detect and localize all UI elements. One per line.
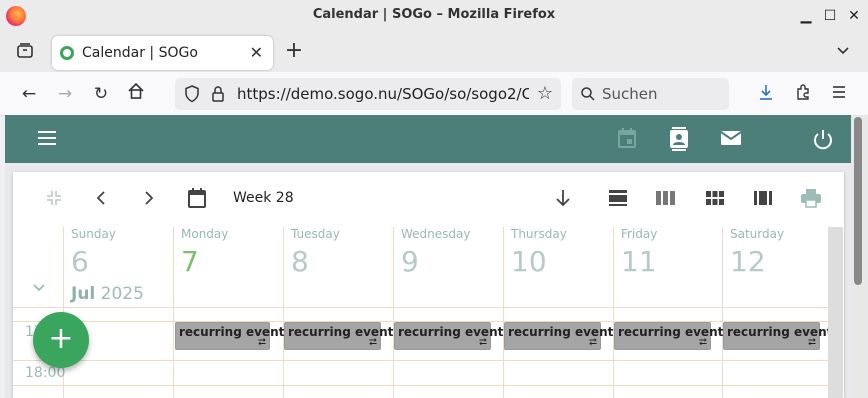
search-icon xyxy=(580,86,596,102)
tab-close-icon[interactable]: ✕ xyxy=(250,43,263,62)
recurrence-icon: ⮂ xyxy=(808,337,816,348)
sogo-favicon-icon xyxy=(60,46,74,60)
recurrence-icon: ⮂ xyxy=(258,337,266,348)
home-icon[interactable] xyxy=(124,82,148,106)
lock-icon[interactable] xyxy=(210,85,226,103)
back-icon[interactable]: ← xyxy=(17,82,41,106)
day-header-tuesday[interactable]: Tuesday 8 xyxy=(283,227,393,307)
maximize-icon[interactable]: ☐ xyxy=(820,6,840,26)
day-header-sunday[interactable]: Sunday 6 Jul 2025 xyxy=(63,227,173,307)
reload-icon[interactable]: ↻ xyxy=(89,82,113,106)
menu-icon[interactable] xyxy=(829,83,849,103)
day-number: 10 xyxy=(511,245,547,278)
calendar-scrollbar[interactable] xyxy=(828,227,843,398)
url-bar[interactable]: https://demo.sogo.nu/SOGo/so/sogo2/Calen… xyxy=(175,78,561,110)
day-number: 9 xyxy=(401,245,419,278)
day-number: 8 xyxy=(291,245,309,278)
page-scrollbar[interactable] xyxy=(851,115,868,398)
grid-line xyxy=(13,307,828,308)
search-placeholder: Suchen xyxy=(602,85,658,103)
window-titlebar: Calendar | SOGo – Mozilla Firefox ▁ ☐ ✕ xyxy=(0,0,868,32)
event-title: recurring event xyxy=(179,325,285,339)
calendar-event[interactable]: recurring event ⮂ xyxy=(614,322,723,350)
recurrence-icon: ⮂ xyxy=(369,337,377,348)
sogo-app-toolbar xyxy=(5,115,851,163)
calendar-event[interactable]: recurring event ⮂ xyxy=(394,322,503,350)
calendar-app-icon[interactable] xyxy=(616,127,638,151)
list-all-tabs-icon[interactable] xyxy=(834,42,852,60)
url-text[interactable]: https://demo.sogo.nu/SOGo/so/sogo2/Calen… xyxy=(237,85,529,103)
downloads-icon[interactable] xyxy=(756,83,776,103)
multi-column-view-icon[interactable] xyxy=(752,189,774,209)
calendar-event[interactable]: recurring event ⮂ xyxy=(723,322,832,350)
extensions-icon[interactable] xyxy=(793,83,813,103)
grid-line xyxy=(13,385,828,386)
contacts-icon[interactable] xyxy=(667,127,691,151)
tab-calendar[interactable]: Calendar | SOGo ✕ xyxy=(52,36,273,70)
day-header-saturday[interactable]: Saturday 12 xyxy=(722,227,828,307)
mail-icon[interactable] xyxy=(719,129,743,149)
day-header-wednesday[interactable]: Wednesday 9 xyxy=(393,227,503,307)
search-box[interactable]: Suchen xyxy=(572,78,729,110)
hamburger-menu-icon[interactable] xyxy=(36,129,58,149)
collapse-icon[interactable] xyxy=(44,189,64,209)
window-title: Calendar | SOGo – Mozilla Firefox xyxy=(312,7,556,22)
week-view-icon[interactable] xyxy=(655,189,677,209)
new-event-fab-button[interactable]: + xyxy=(33,312,89,368)
event-title: recurring event xyxy=(618,325,724,339)
scroll-to-now-icon[interactable] xyxy=(553,188,573,210)
day-name: Sunday xyxy=(71,227,116,241)
go-to-date-calendar-icon[interactable] xyxy=(186,187,208,209)
calendar-event[interactable]: recurring event ⮂ xyxy=(284,322,393,350)
expand-all-day-chevron-icon[interactable] xyxy=(30,279,48,297)
recurrence-icon: ⮂ xyxy=(479,337,487,348)
tab-bar: Calendar | SOGo ✕ + xyxy=(0,32,868,72)
calendar-event[interactable]: recurring event ⮂ xyxy=(175,322,284,350)
day-name: Friday xyxy=(621,227,658,241)
day-number: 11 xyxy=(621,245,657,278)
calendar-event[interactable]: recurring event ⮂ xyxy=(504,322,613,350)
new-tab-button[interactable]: + xyxy=(284,38,304,63)
year-label: 2025 xyxy=(100,284,144,304)
recurrence-icon: ⮂ xyxy=(699,337,707,348)
day-number-today: 7 xyxy=(181,245,199,278)
event-title: recurring event xyxy=(508,325,614,339)
grid-line xyxy=(13,360,828,361)
day-header-friday[interactable]: Friday 11 xyxy=(613,227,722,307)
recurrence-icon: ⮂ xyxy=(589,337,597,348)
event-title: recurring event xyxy=(288,325,394,339)
day-name: Monday xyxy=(181,227,229,241)
day-header-thursday[interactable]: Thursday 10 xyxy=(503,227,613,307)
navigation-bar: ← → ↻ https://demo.sogo.nu/SOGo/so/sogo2… xyxy=(0,72,868,116)
day-view-icon[interactable] xyxy=(607,189,629,209)
tracking-shield-icon[interactable] xyxy=(183,85,201,103)
period-label: Week 28 xyxy=(233,190,294,206)
close-window-icon[interactable]: ✕ xyxy=(844,6,864,26)
day-name: Thursday xyxy=(511,227,567,241)
bookmark-star-icon[interactable]: ☆ xyxy=(535,83,555,104)
next-week-icon[interactable] xyxy=(140,189,158,209)
month-label: Jul xyxy=(71,284,96,304)
logout-power-icon[interactable] xyxy=(811,127,835,151)
tab-overview-icon[interactable] xyxy=(14,41,36,63)
forward-icon[interactable]: → xyxy=(53,82,77,106)
minimize-icon[interactable]: ▁ xyxy=(796,6,816,26)
event-title: recurring event xyxy=(398,325,504,339)
print-icon[interactable] xyxy=(800,188,822,210)
day-number: 12 xyxy=(730,245,766,278)
day-name: Wednesday xyxy=(401,227,471,241)
day-name: Tuesday xyxy=(291,227,340,241)
event-title: recurring event xyxy=(727,325,833,339)
page-scrollbar-thumb[interactable] xyxy=(854,117,862,285)
month-view-icon[interactable] xyxy=(704,189,726,209)
day-name: Saturday xyxy=(730,227,785,241)
previous-week-icon[interactable] xyxy=(92,189,110,209)
day-number: 6 xyxy=(71,245,89,278)
day-header-monday[interactable]: Monday 7 xyxy=(173,227,283,307)
tab-label: Calendar | SOGo xyxy=(82,45,198,61)
